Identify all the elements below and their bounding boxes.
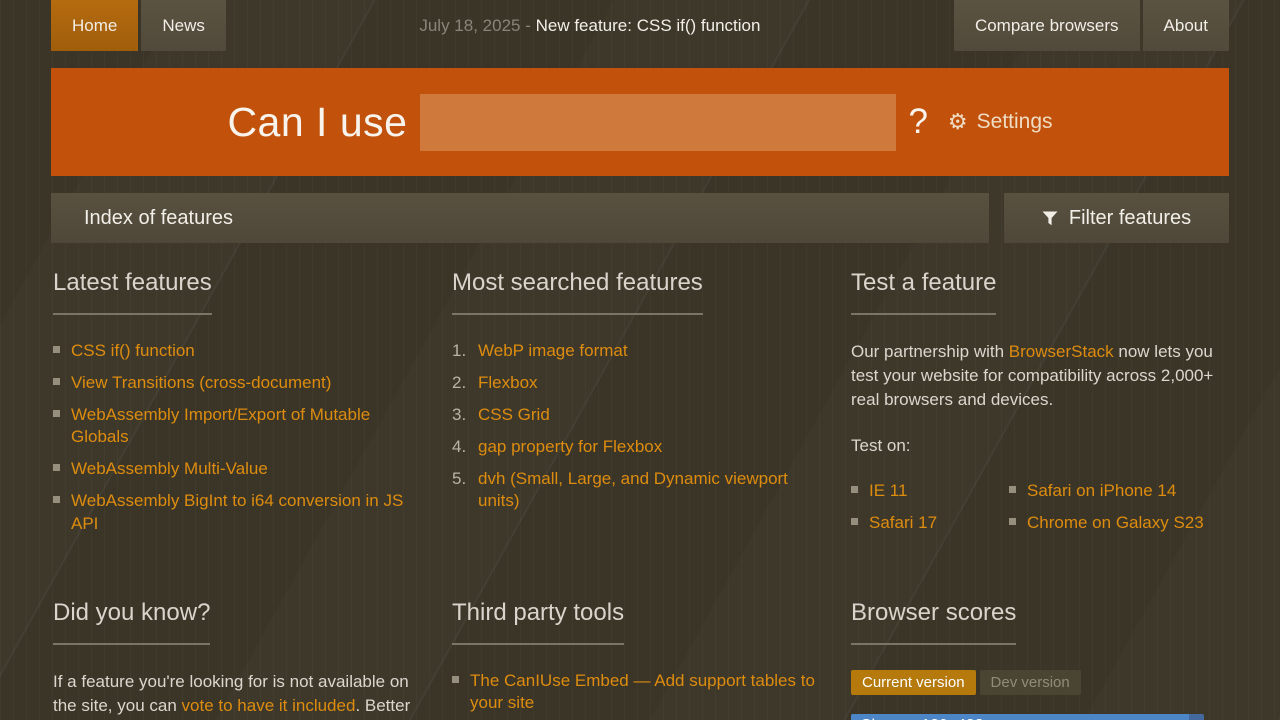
- settings-label: Settings: [977, 110, 1053, 134]
- tool-link[interactable]: The CanIUse Embed — Add support tables t…: [470, 670, 828, 714]
- paragraph-text: Our partnership with: [851, 342, 1009, 361]
- section-browser-scores: Browser scores Current version Dev versi…: [851, 599, 1227, 720]
- section-latest-features: Latest features CSS if() function View T…: [53, 269, 429, 545]
- settings-link[interactable]: ⚙ Settings: [948, 110, 1053, 134]
- nav-compare-browsers[interactable]: Compare browsers: [954, 0, 1140, 51]
- third-party-tools-heading: Third party tools: [452, 599, 624, 645]
- news-title: New feature: CSS if() function: [536, 16, 761, 35]
- browser-scores-heading: Browser scores: [851, 599, 1016, 645]
- feature-link[interactable]: Flexbox: [478, 372, 538, 394]
- did-you-know-paragraph: If a feature you're looking for is not a…: [53, 670, 429, 720]
- bullet-square-icon: [53, 464, 60, 471]
- test-on-label: Test on:: [851, 434, 1227, 458]
- main-content: Latest features CSS if() function View T…: [51, 269, 1229, 720]
- list-item: 4.gap property for Flexbox: [452, 436, 828, 458]
- chrome-score-label: Chrome 139: 438: [851, 714, 1204, 720]
- list-item: WebAssembly Multi-Value: [53, 458, 429, 480]
- index-row: Index of features Filter features: [51, 193, 1229, 243]
- bullet-square-icon: [851, 518, 858, 525]
- list-item: View Transitions (cross-document): [53, 372, 429, 394]
- feature-link[interactable]: WebAssembly Multi-Value: [71, 458, 268, 480]
- feature-link[interactable]: CSS Grid: [478, 404, 550, 426]
- bullet-square-icon: [851, 486, 858, 493]
- hero-header: Can I use ? ⚙ Settings: [51, 68, 1229, 176]
- list-item: 5.dvh (Small, Large, and Dynamic viewpor…: [452, 468, 828, 512]
- third-party-list: The CanIUse Embed — Add support tables t…: [452, 670, 828, 720]
- browserstack-link[interactable]: BrowserStack: [1009, 342, 1114, 361]
- list-item: CSS if() function: [53, 340, 429, 362]
- bullet-square-icon: [53, 496, 60, 503]
- list-item: IE 11: [851, 480, 1009, 502]
- list-item: 1.WebP image format: [452, 340, 828, 362]
- page-container: Home News July 18, 2025 - New feature: C…: [51, 0, 1229, 720]
- feature-link[interactable]: WebAssembly BigInt to i64 conversion in …: [71, 490, 429, 534]
- latest-features-heading: Latest features: [53, 269, 212, 315]
- list-number: 2.: [452, 372, 478, 394]
- site-logo: Can I use: [227, 99, 407, 146]
- device-link[interactable]: IE 11: [869, 480, 907, 502]
- most-searched-list: 1.WebP image format 2.Flexbox 3.CSS Grid…: [452, 340, 828, 513]
- feature-link[interactable]: WebAssembly Import/Export of Mutable Glo…: [71, 404, 429, 448]
- feature-link[interactable]: CSS if() function: [71, 340, 195, 362]
- bullet-square-icon: [452, 676, 459, 683]
- top-nav: Home News July 18, 2025 - New feature: C…: [51, 0, 1229, 51]
- device-link[interactable]: Safari 17: [869, 512, 937, 534]
- most-searched-heading: Most searched features: [452, 269, 703, 315]
- section-most-searched: Most searched features 1.WebP image form…: [452, 269, 828, 545]
- latest-features-list: CSS if() function View Transitions (cros…: [53, 340, 429, 535]
- did-you-know-heading: Did you know?: [53, 599, 210, 645]
- list-item: WebAssembly BigInt to i64 conversion in …: [53, 490, 429, 534]
- section-third-party-tools: Third party tools The CanIUse Embed — Ad…: [452, 599, 828, 720]
- feature-link[interactable]: gap property for Flexbox: [478, 436, 662, 458]
- browserstack-paragraph: Our partnership with BrowserStack now le…: [851, 340, 1227, 412]
- feature-link[interactable]: WebP image format: [478, 340, 628, 362]
- filter-features-label: Filter features: [1069, 207, 1191, 230]
- filter-features-button[interactable]: Filter features: [1004, 193, 1229, 243]
- device-link[interactable]: Safari on iPhone 14: [1027, 480, 1176, 502]
- chrome-score-bar: Chrome 139: 438: [851, 714, 1204, 720]
- bullet-square-icon: [53, 410, 60, 417]
- nav-home[interactable]: Home: [51, 0, 138, 51]
- news-date: July 18, 2025 -: [419, 16, 535, 35]
- nav-left-group: Home News: [51, 0, 226, 51]
- list-item: Safari on iPhone 14: [1009, 480, 1227, 502]
- vote-link[interactable]: vote to have it included: [182, 696, 356, 715]
- list-item: 2.Flexbox: [452, 372, 828, 394]
- gear-icon: ⚙: [948, 111, 968, 133]
- list-item: Chrome on Galaxy S23: [1009, 512, 1227, 534]
- news-banner-link[interactable]: July 18, 2025 - New feature: CSS if() fu…: [419, 16, 760, 36]
- list-number: 3.: [452, 404, 478, 426]
- test-a-feature-heading: Test a feature: [851, 269, 996, 315]
- list-number: 4.: [452, 436, 478, 458]
- index-of-features-label: Index of features: [84, 207, 233, 230]
- device-link[interactable]: Chrome on Galaxy S23: [1027, 512, 1204, 534]
- list-item: 3.CSS Grid: [452, 404, 828, 426]
- list-item: WebAssembly Import/Export of Mutable Glo…: [53, 404, 429, 448]
- index-of-features-bar[interactable]: Index of features: [51, 193, 989, 243]
- bullet-square-icon: [53, 346, 60, 353]
- bullet-square-icon: [1009, 518, 1016, 525]
- feature-link[interactable]: dvh (Small, Large, and Dynamic viewport …: [478, 468, 828, 512]
- feature-link[interactable]: View Transitions (cross-document): [71, 372, 331, 394]
- nav-right-group: Compare browsers About: [954, 0, 1229, 51]
- score-version-toggle: Current version Dev version: [851, 670, 1227, 695]
- list-item: The CanIUse Embed — Add support tables t…: [452, 670, 828, 714]
- current-version-button[interactable]: Current version: [851, 670, 976, 695]
- list-item: Safari 17: [851, 512, 1009, 534]
- feature-search-input[interactable]: [420, 94, 896, 151]
- question-mark: ?: [908, 102, 927, 142]
- section-did-you-know: Did you know? If a feature you're lookin…: [53, 599, 429, 720]
- filter-funnel-icon: [1042, 211, 1058, 226]
- section-test-a-feature: Test a feature Our partnership with Brow…: [851, 269, 1227, 545]
- bullet-square-icon: [1009, 486, 1016, 493]
- list-number: 1.: [452, 340, 478, 362]
- nav-news[interactable]: News: [141, 0, 226, 51]
- bullet-square-icon: [53, 378, 60, 385]
- device-list: IE 11 Safari on iPhone 14 Safari 17 Chro…: [851, 480, 1227, 544]
- nav-about[interactable]: About: [1143, 0, 1229, 51]
- list-number: 5.: [452, 468, 478, 512]
- dev-version-button[interactable]: Dev version: [980, 670, 1081, 695]
